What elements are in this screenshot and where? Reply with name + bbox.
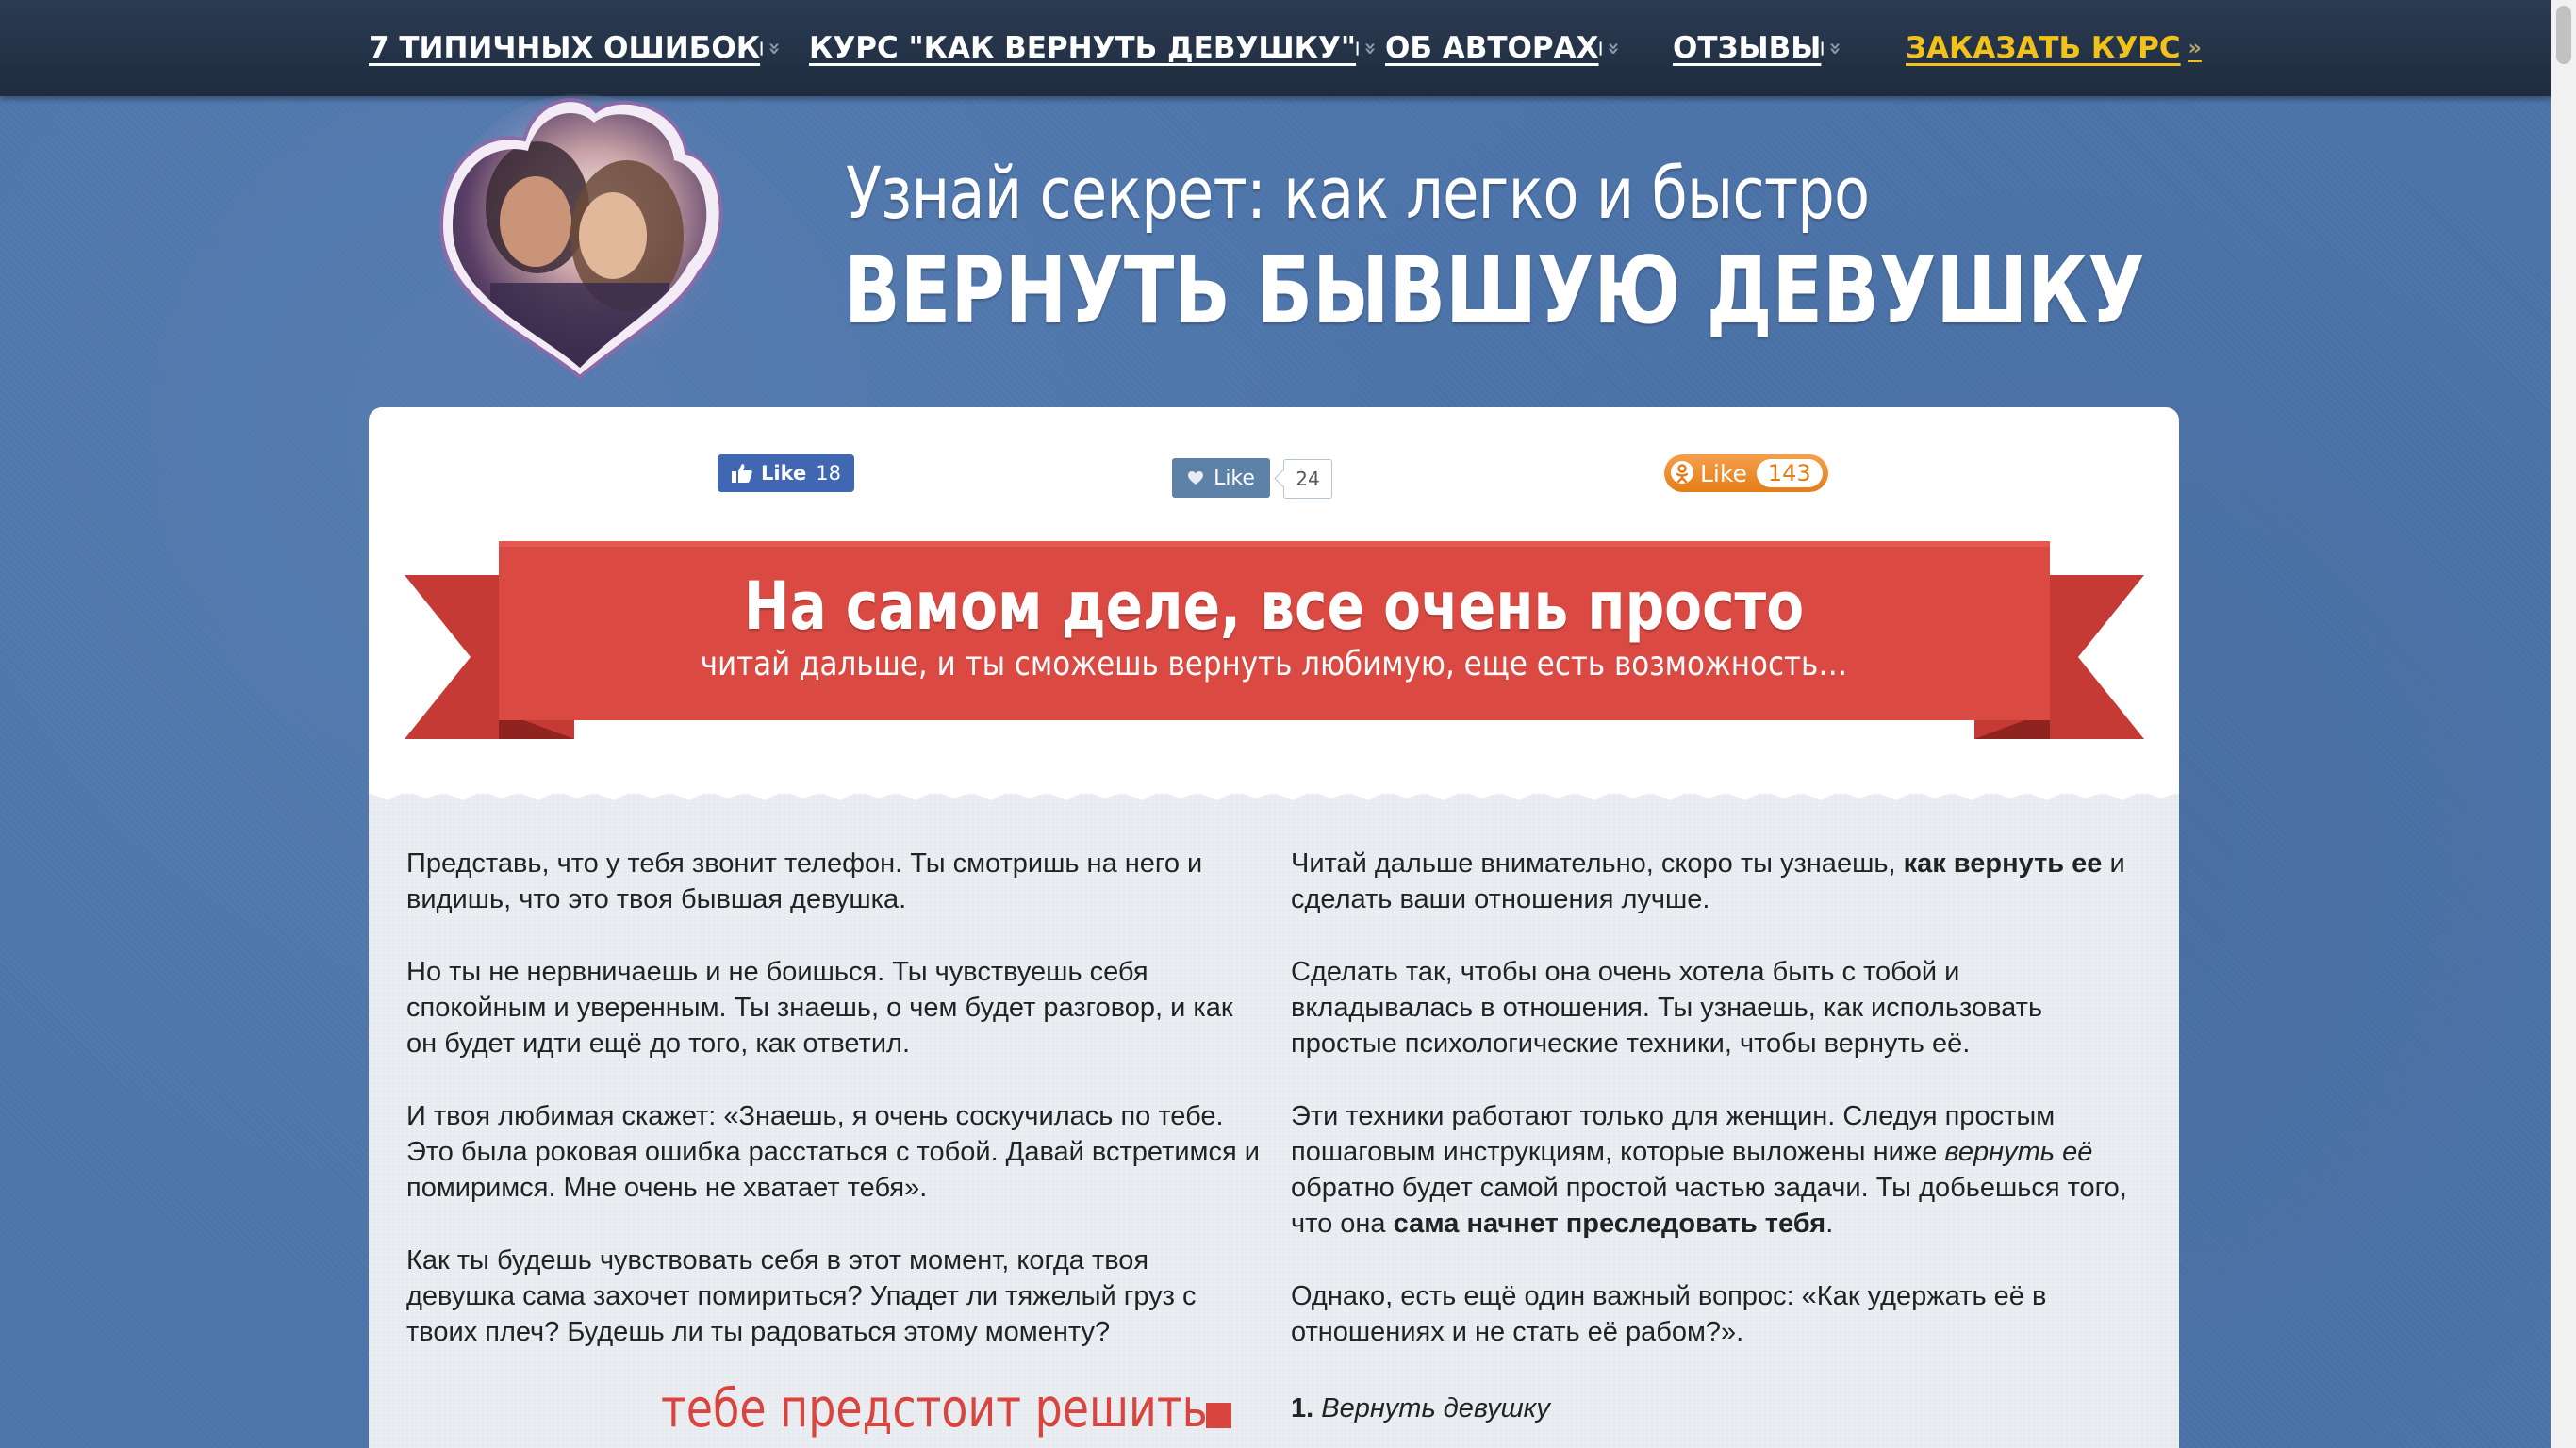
paragraph: Как ты будешь чувствовать себя в этот мо…: [406, 1245, 1197, 1347]
ribbon-title: На самом деле, все очень просто: [743, 568, 1805, 645]
heart-icon: [1188, 471, 1204, 485]
headline-line-2: ВЕРНУТЬ БЫВШУЮ ДЕВУШКУ: [844, 238, 2145, 345]
nav-item-label: ОБ АВТОРАХ: [1385, 31, 1599, 65]
odnoklassniki-icon: [1671, 461, 1693, 484]
paragraph: И твоя любимая скажет: «Знаешь, я очень …: [406, 1101, 1260, 1203]
nav-item-course[interactable]: КУРС "КАК ВЕРНУТЬ ДЕВУШКУ" »: [809, 25, 1382, 72]
content-card: Like 18 Like 24 Like 143 На самом деле, …: [369, 407, 2179, 1448]
headline-line-1: Узнай секрет: как легко и быстро: [846, 151, 1870, 235]
vk-like-button[interactable]: Like: [1172, 458, 1270, 498]
facebook-like-count: 18: [816, 462, 841, 485]
torn-edge-divider: [369, 780, 2179, 800]
facebook-like-label: Like: [761, 462, 807, 485]
vk-like-count: 24: [1283, 459, 1332, 499]
chevron-down-icon: »: [1824, 41, 1848, 56]
nav-item-reviews[interactable]: ОТЗЫВЫ »: [1673, 25, 1847, 72]
text-run: Эти техники работают только для женщин. …: [1291, 1101, 2056, 1167]
nav-item-label: КУРС "КАК ВЕРНУТЬ ДЕВУШКУ": [809, 31, 1357, 65]
paragraph: Но ты не нервничаешь и не боишься. Ты чу…: [406, 957, 1233, 1059]
vertical-scrollbar[interactable]: [2551, 0, 2576, 1448]
left-text-column: Представь, что у тебя звонит телефон. Ты…: [406, 846, 1260, 1387]
nav-item-label: 7 ТИПИЧНЫХ ОШИБОК: [369, 31, 761, 65]
bold-text: сама начнет преследовать тебя: [1393, 1209, 1826, 1239]
ok-like-button[interactable]: Like 143: [1664, 454, 1828, 492]
decide-heading: тебе предстоит решить: [661, 1378, 1208, 1440]
top-navigation: 7 ТИПИЧНЫХ ОШИБОК » КУРС "КАК ВЕРНУТЬ ДЕ…: [0, 0, 2551, 96]
chevron-down-icon: »: [1358, 41, 1382, 56]
couple-photo-logo: [438, 94, 723, 380]
ribbon-subtitle: читай дальше, и ты сможешь вернуть любим…: [700, 645, 1848, 683]
nav-item-authors[interactable]: ОБ АВТОРАХ »: [1385, 25, 1625, 72]
paragraph: Представь, что у тебя звонит телефон. Ты…: [406, 848, 1203, 914]
red-square-marker: [1206, 1403, 1231, 1428]
text-run: .: [1825, 1209, 1834, 1239]
italic-text: вернуть её: [1944, 1137, 2093, 1167]
list-text: Вернуть девушку: [1321, 1393, 1550, 1423]
nav-item-label: ОТЗЫВЫ: [1673, 31, 1822, 65]
bold-text: как вернуть ее: [1903, 848, 2103, 879]
nav-item-order-course[interactable]: ЗАКАЗАТЬ КУРС »: [1906, 25, 2202, 72]
ok-like-label: Like: [1700, 459, 1747, 487]
chevron-down-icon: »: [1601, 41, 1626, 56]
vk-like-label: Like: [1214, 466, 1255, 490]
chevron-right-icon: »: [2188, 36, 2202, 60]
list-item: 1. Вернуть девушку: [1291, 1393, 1550, 1424]
paragraph: Эти техники работают только для женщин. …: [1291, 1098, 2139, 1242]
nav-item-label: ЗАКАЗАТЬ КУРС: [1906, 31, 2181, 65]
thumbs-up-icon: [732, 464, 752, 483]
list-number: 1.: [1291, 1393, 1314, 1423]
paragraph: Однако, есть ещё один важный вопрос: «Ка…: [1291, 1281, 2047, 1347]
paragraph: Читай дальше внимательно, скоро ты узнае…: [1291, 846, 2139, 917]
ok-like-count: 143: [1756, 459, 1823, 487]
right-text-column: Читай дальше внимательно, скоро ты узнае…: [1291, 846, 2139, 1387]
paragraph: Сделать так, чтобы она очень хотела быть…: [1291, 957, 2043, 1059]
chevron-down-icon: »: [762, 41, 786, 56]
scrollbar-thumb[interactable]: [2556, 6, 2571, 64]
nav-item-mistakes[interactable]: 7 ТИПИЧНЫХ ОШИБОК »: [369, 25, 786, 72]
text-run: Читай дальше внимательно, скоро ты узнае…: [1291, 848, 1904, 879]
facebook-like-button[interactable]: Like 18: [718, 454, 854, 492]
